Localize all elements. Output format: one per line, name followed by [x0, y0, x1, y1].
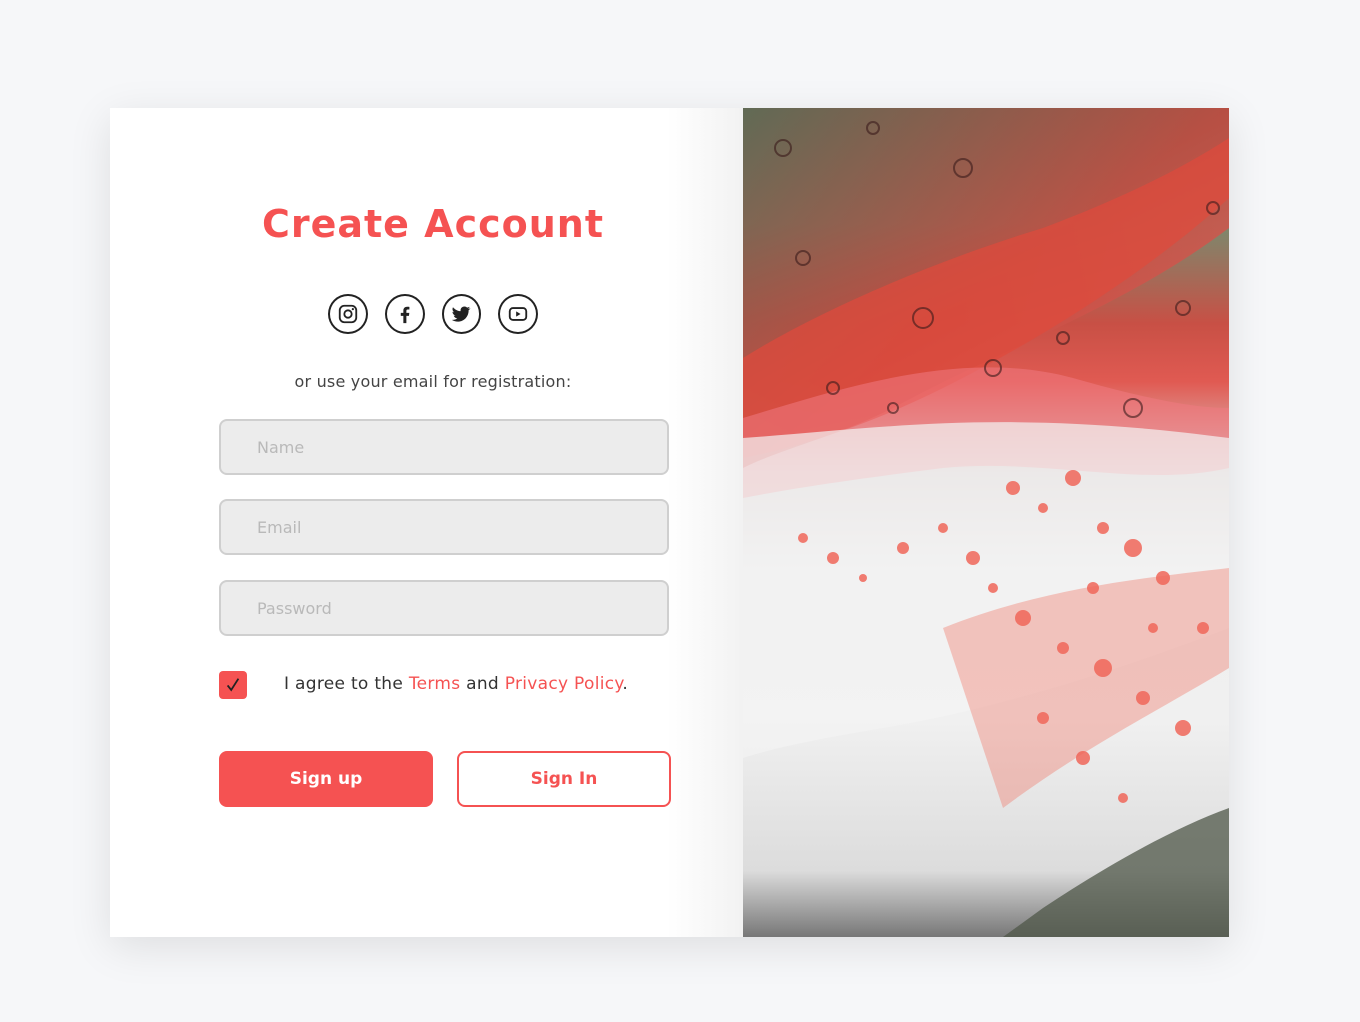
social-login-row [328, 294, 538, 334]
agree-text: I agree to the Terms and Privacy Policy. [284, 674, 628, 694]
instagram-button[interactable] [328, 294, 368, 334]
twitter-icon [452, 306, 471, 322]
instagram-icon [338, 304, 358, 324]
checkmark-icon [226, 678, 240, 692]
agree-checkbox[interactable] [219, 671, 247, 699]
youtube-button[interactable] [498, 294, 538, 334]
name-field [219, 419, 669, 475]
agree-middle: and [460, 674, 505, 694]
youtube-icon [508, 307, 528, 321]
twitter-button[interactable] [441, 294, 482, 334]
password-field [219, 580, 669, 636]
privacy-policy-link[interactable]: Privacy Policy [505, 674, 623, 694]
email-field [219, 499, 669, 555]
signup-form-panel: Create Account or use your email for reg… [110, 108, 743, 937]
page-title: Create Account [261, 202, 605, 246]
agree-suffix: . [622, 674, 629, 694]
signup-card: Create Account or use your email for reg… [110, 108, 1229, 937]
terms-link[interactable]: Terms [409, 674, 461, 694]
password-input[interactable] [221, 582, 667, 634]
name-input[interactable] [221, 421, 667, 473]
sign-up-button[interactable]: Sign up [219, 751, 433, 807]
facebook-button[interactable] [384, 294, 425, 334]
fluid-art-illustration [743, 108, 1229, 937]
registration-hint: or use your email for registration: [294, 372, 572, 391]
email-input[interactable] [221, 501, 667, 553]
facebook-icon [400, 306, 410, 324]
agree-prefix: I agree to the [284, 674, 409, 694]
abstract-art-image [743, 108, 1229, 937]
sign-in-button[interactable]: Sign In [457, 751, 671, 807]
